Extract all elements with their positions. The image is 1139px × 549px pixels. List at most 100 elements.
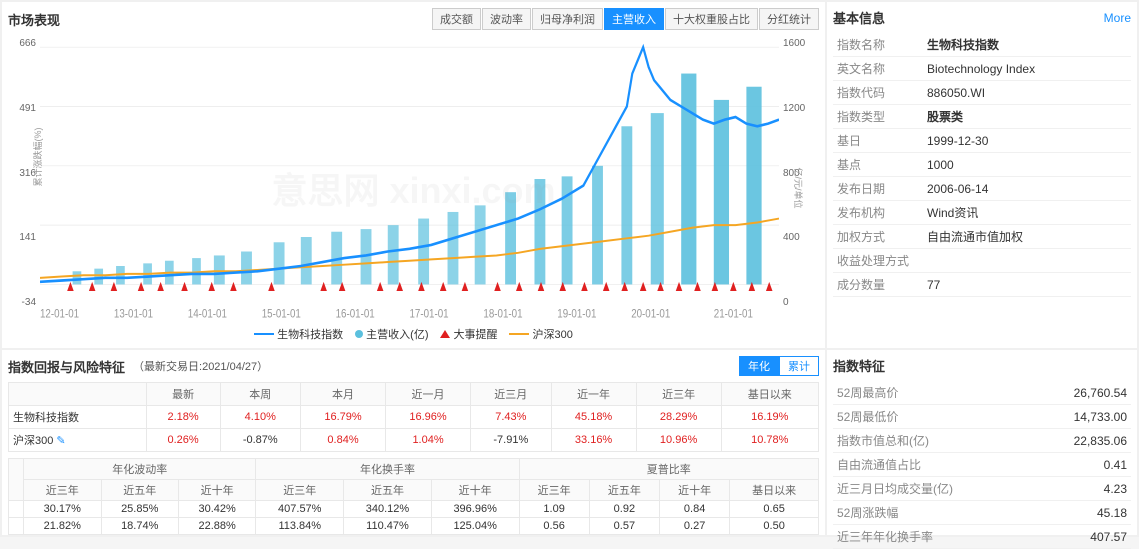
info-label-publisher: 发布机构 <box>833 201 923 225</box>
svg-text:21-01-01: 21-01-01 <box>714 308 753 321</box>
market-panel-header: 市场表现 成交额 波动率 归母净利润 主营收入 十大权重股占比 分红统计 <box>8 8 819 30</box>
legend-hs300-label: 沪深300 <box>532 326 572 342</box>
tab-guimu[interactable]: 归母净利润 <box>532 8 603 30</box>
info-value-name: 生物科技指数 <box>923 33 1131 57</box>
feature-row-low: 52周最低价 14,733.00 <box>833 405 1131 429</box>
y-right-label-5: 0 <box>783 297 789 308</box>
info-row-basedate: 基日 1999-12-30 <box>833 129 1131 153</box>
perf-hs300-1y: 33.16% <box>551 429 636 452</box>
risk-hs300-sharpe-since: 0.50 <box>730 518 819 535</box>
info-label-engname: 英文名称 <box>833 57 923 81</box>
perf-biotech-1y: 45.18% <box>551 406 636 429</box>
hs300-link[interactable]: ✎ <box>56 435 65 447</box>
legend-revenue: 主营收入(亿) <box>355 326 428 342</box>
feature-label-low: 52周最低价 <box>833 405 973 429</box>
info-label-yield: 收益处理方式 <box>833 249 923 273</box>
risk-biotech-vol-5y: 25.85% <box>101 501 178 518</box>
risk-th-10y-sharpe: 近十年 <box>660 480 730 501</box>
perf-hs300-1m: 1.04% <box>386 429 471 452</box>
info-row-pubdate: 发布日期 2006-06-14 <box>833 177 1131 201</box>
feature-value-mktcap: 22,835.06 <box>973 429 1131 453</box>
risk-row-hs300: 21.82% 18.74% 22.88% 113.84% 110.47% 125… <box>9 518 819 535</box>
y-right-label-2: 1200 <box>783 103 805 114</box>
tab-bodonglu[interactable]: 波动率 <box>482 8 531 30</box>
perf-biotech-latest: 2.18% <box>146 406 220 429</box>
risk-th-3y-turn: 近三年 <box>256 480 344 501</box>
info-label-basedate: 基日 <box>833 129 923 153</box>
info-panel-title: 基本信息 <box>833 8 885 27</box>
risk-biotech-sharpe-5y: 0.92 <box>589 501 659 518</box>
info-label-name: 指数名称 <box>833 33 923 57</box>
perf-hs300-3m: -7.91% <box>471 429 552 452</box>
market-panel: 市场表现 成交额 波动率 归母净利润 主营收入 十大权重股占比 分红统计 意思网… <box>2 2 825 348</box>
feature-row-float: 自由流通值占比 0.41 <box>833 453 1131 477</box>
perf-biotech-month: 16.79% <box>301 406 386 429</box>
perf-name-hs300: 沪深300 ✎ <box>9 429 147 452</box>
more-link[interactable]: More <box>1104 11 1131 25</box>
risk-section: 年化波动率 年化换手率 夏普比率 近三年 近五年 近十年 近三年 近五年 近十年 <box>8 458 819 535</box>
risk-hs300-vol-5y: 18.74% <box>101 518 178 535</box>
info-row-basepoint: 基点 1000 <box>833 153 1131 177</box>
perf-th-latest: 最新 <box>146 383 220 406</box>
svg-text:20-01-01: 20-01-01 <box>631 308 670 321</box>
perf-th-month: 本月 <box>301 383 386 406</box>
feature-value-low: 14,733.00 <box>973 405 1131 429</box>
info-label-type: 指数类型 <box>833 105 923 129</box>
info-label-pubdate: 发布日期 <box>833 177 923 201</box>
risk-group-header: 年化波动率 年化换手率 夏普比率 <box>9 459 819 480</box>
returns-content: 最新 本周 本月 近一月 近三月 近一年 近三年 基日以来 生物科技指数 <box>8 382 819 535</box>
svg-text:15-01-01: 15-01-01 <box>262 308 301 321</box>
risk-table: 年化波动率 年化换手率 夏普比率 近三年 近五年 近十年 近三年 近五年 近十年 <box>8 458 819 535</box>
risk-th-3y-sharpe: 近三年 <box>519 480 589 501</box>
info-label-basepoint: 基点 <box>833 153 923 177</box>
risk-th-empty <box>9 459 24 501</box>
risk-biotech-sharpe-10y: 0.84 <box>660 501 730 518</box>
perf-biotech-1m: 16.96% <box>386 406 471 429</box>
y-left-label-1: 666 <box>19 38 36 49</box>
tab-chengjiaoe[interactable]: 成交额 <box>432 8 481 30</box>
perf-th-1m: 近一月 <box>386 383 471 406</box>
risk-th-5y-turn: 近五年 <box>344 480 432 501</box>
features-panel: 指数特征 52周最高价 26,760.54 52周最低价 14,733.00 指… <box>827 350 1137 535</box>
risk-hs300-turn-10y: 125.04% <box>431 518 519 535</box>
risk-hs300-vol-10y: 22.88% <box>178 518 255 535</box>
risk-name-hs300 <box>9 518 24 535</box>
info-label-weight: 加权方式 <box>833 225 923 249</box>
feature-value-52change: 45.18 <box>973 501 1131 525</box>
y-left-label-2: 491 <box>19 103 36 114</box>
legend-event-label: 大事提醒 <box>453 326 497 342</box>
toggle-annualized[interactable]: 年化 <box>739 356 779 376</box>
perf-hs300-since: 10.78% <box>721 429 818 452</box>
svg-text:12-01-01: 12-01-01 <box>40 308 79 321</box>
feature-label-52change: 52周涨跌幅 <box>833 501 973 525</box>
svg-text:17-01-01: 17-01-01 <box>410 308 449 321</box>
svg-text:18-01-01: 18-01-01 <box>483 308 522 321</box>
feature-row-mktcap: 指数市值总和(亿) 22,835.06 <box>833 429 1131 453</box>
risk-hs300-turn-5y: 110.47% <box>344 518 432 535</box>
returns-panel: 指数回报与风险特征 （最新交易日:2021/04/27） 年化 累计 最新 本周 <box>2 350 825 535</box>
risk-biotech-sharpe-since: 0.65 <box>730 501 819 518</box>
tab-zhuyingshouru[interactable]: 主营收入 <box>604 8 664 30</box>
info-value-basedate: 1999-12-30 <box>923 129 1131 153</box>
info-value-type: 股票类 <box>923 105 1131 129</box>
toggle-cumulative[interactable]: 累计 <box>779 356 819 376</box>
features-table: 52周最高价 26,760.54 52周最低价 14,733.00 指数市值总和… <box>833 381 1131 549</box>
feature-label-avgvol: 近三月日均成交量(亿) <box>833 477 973 501</box>
risk-biotech-vol-3y: 30.17% <box>24 501 101 518</box>
svg-text:13-01-01: 13-01-01 <box>114 308 153 321</box>
tab-fenghong[interactable]: 分红统计 <box>759 8 819 30</box>
y-left-label-5: -34 <box>22 297 36 308</box>
perf-row-hs300: 沪深300 ✎ 0.26% -0.87% 0.84% 1.04% -7.91% … <box>9 429 819 452</box>
risk-th-since-sharpe: 基日以来 <box>730 480 819 501</box>
legend-revenue-label: 主营收入(亿) <box>366 326 428 342</box>
returns-title: 指数回报与风险特征 <box>8 357 125 376</box>
perf-biotech-3m: 7.43% <box>471 406 552 429</box>
risk-th-10y-vol: 近十年 <box>178 480 255 501</box>
info-panel: 基本信息 More 指数名称 生物科技指数 英文名称 Biotechnology… <box>827 2 1137 348</box>
tab-shida[interactable]: 十大权重股占比 <box>665 8 758 30</box>
perf-th-3m: 近三月 <box>471 383 552 406</box>
risk-hs300-vol-3y: 21.82% <box>24 518 101 535</box>
perf-biotech-week: 4.10% <box>220 406 301 429</box>
legend-hs300-line <box>509 333 529 335</box>
info-row-name: 指数名称 生物科技指数 <box>833 33 1131 57</box>
